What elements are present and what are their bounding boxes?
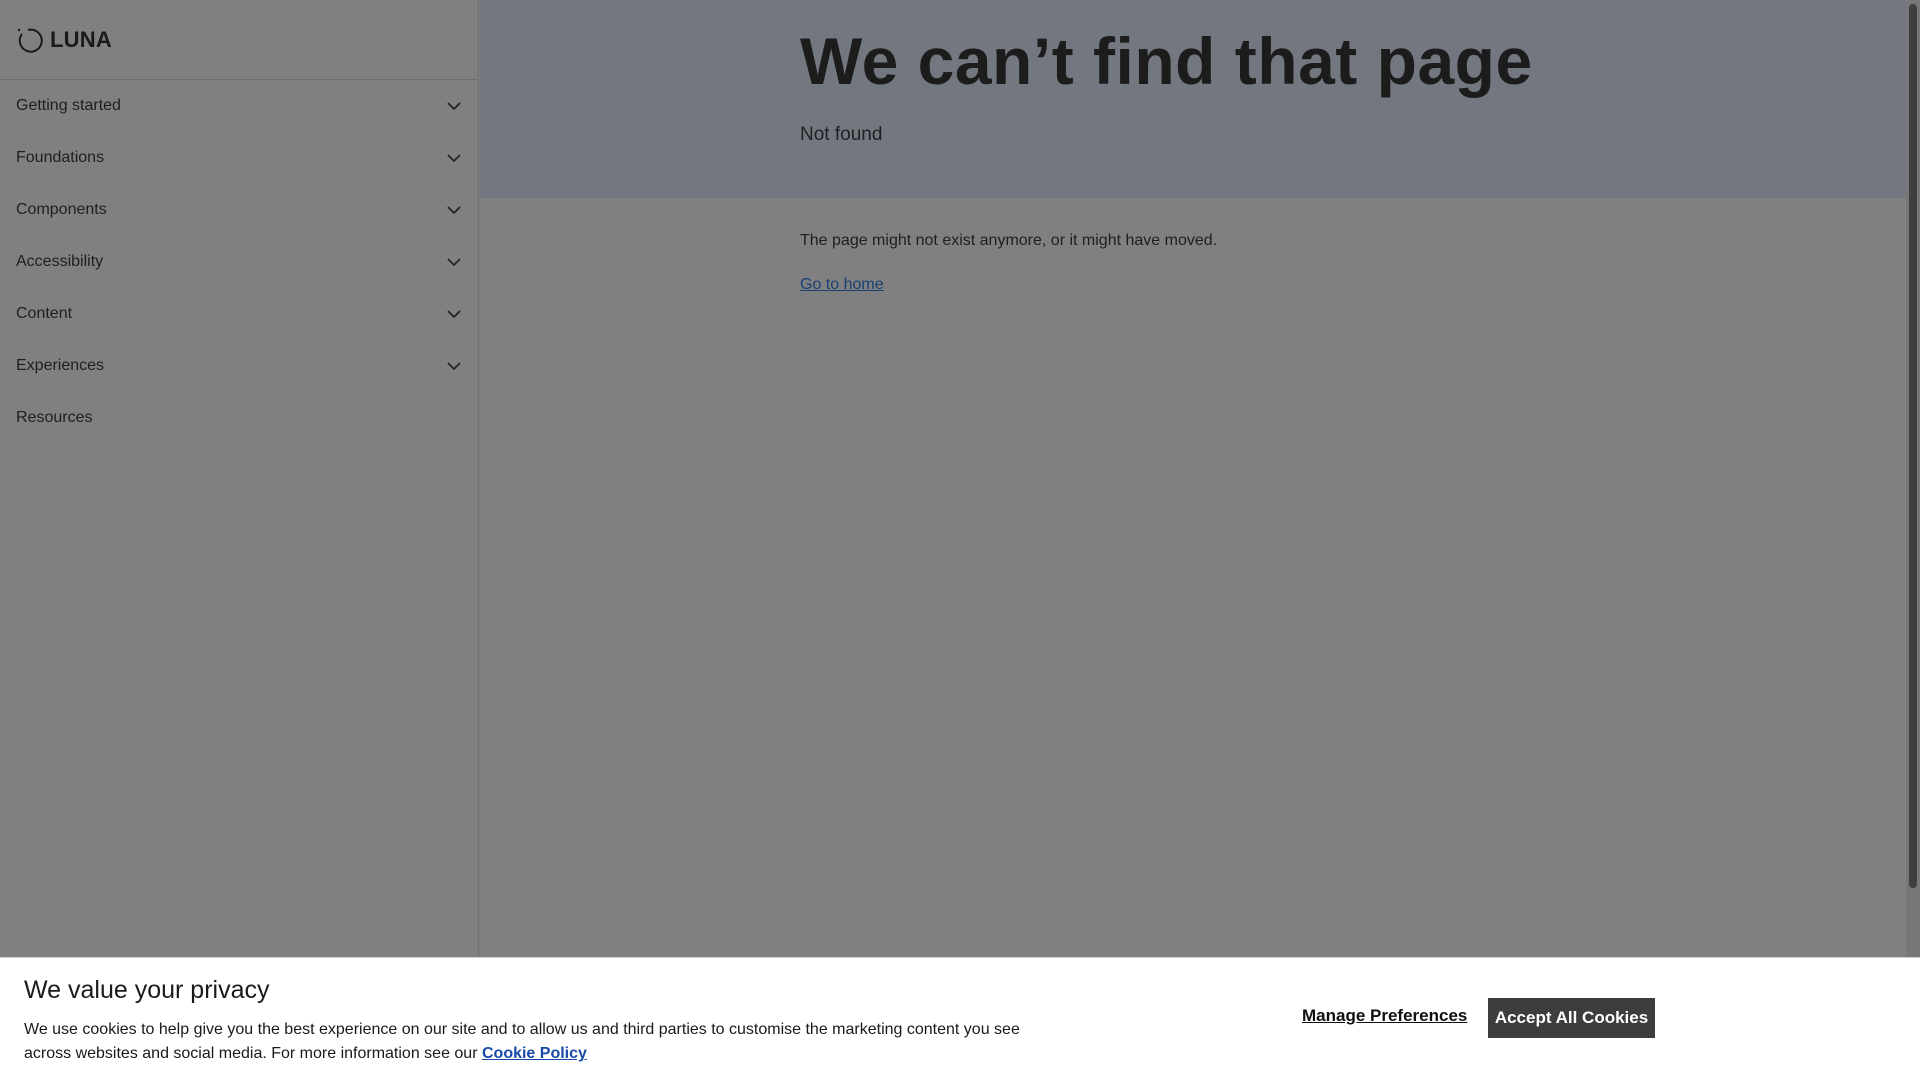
chevron-down-icon[interactable] (446, 306, 462, 322)
sidebar-item-label: Experiences (16, 357, 105, 374)
manage-preferences-button[interactable]: Manage Preferences (1302, 1006, 1467, 1026)
sidebar-nav: Getting started Foundations Components A… (0, 80, 478, 444)
chevron-down-icon[interactable] (446, 358, 462, 374)
accept-all-cookies-button[interactable]: Accept All Cookies (1488, 998, 1655, 1038)
chevron-down-icon[interactable] (446, 254, 462, 270)
chevron-down-icon[interactable] (446, 98, 462, 114)
chevron-down-icon[interactable] (446, 150, 462, 166)
sidebar: LUNA Getting started Foundations Compone… (0, 0, 479, 1080)
sidebar-item-accessibility[interactable]: Accessibility (0, 236, 478, 288)
sidebar-item-getting-started[interactable]: Getting started (0, 80, 478, 132)
scrollbar-thumb[interactable] (1909, 4, 1917, 888)
page-title: We can’t find that page (800, 24, 1533, 98)
cookie-banner-message: We use cookies to help give you the best… (24, 1018, 1054, 1066)
sidebar-item-resources[interactable]: Resources (0, 392, 478, 444)
main-content: We can’t find that page Not found The pa… (480, 0, 1914, 1080)
sidebar-header: LUNA (0, 0, 478, 80)
chevron-down-icon[interactable] (446, 202, 462, 218)
error-body: The page might not exist anymore, or it … (480, 198, 1914, 294)
sidebar-item-components[interactable]: Components (0, 184, 478, 236)
sidebar-item-label: Accessibility (16, 253, 104, 270)
sidebar-item-content[interactable]: Content (0, 288, 478, 340)
sidebar-item-label: Content (16, 305, 73, 322)
sidebar-item-label: Components (16, 201, 107, 218)
cookie-policy-link[interactable]: Cookie Policy (482, 1045, 587, 1062)
go-home-link[interactable]: Go to home (800, 276, 884, 294)
page-subtitle: Not found (800, 124, 883, 145)
sidebar-item-label: Foundations (16, 149, 105, 166)
error-hero: We can’t find that page Not found (480, 0, 1914, 198)
sidebar-item-label: Resources (16, 409, 93, 426)
sidebar-item-label: Getting started (16, 97, 121, 114)
page-scrollbar[interactable] (1906, 0, 1920, 957)
brand-name: LUNA (50, 26, 112, 52)
sidebar-item-foundations[interactable]: Foundations (0, 132, 478, 184)
cookie-banner-title: We value your privacy (24, 976, 270, 1004)
error-message: The page might not exist anymore, or it … (800, 232, 1218, 249)
brand-logo[interactable]: LUNA (16, 26, 112, 54)
sidebar-item-experiences[interactable]: Experiences (0, 340, 478, 392)
ring-logo-icon (16, 26, 44, 54)
